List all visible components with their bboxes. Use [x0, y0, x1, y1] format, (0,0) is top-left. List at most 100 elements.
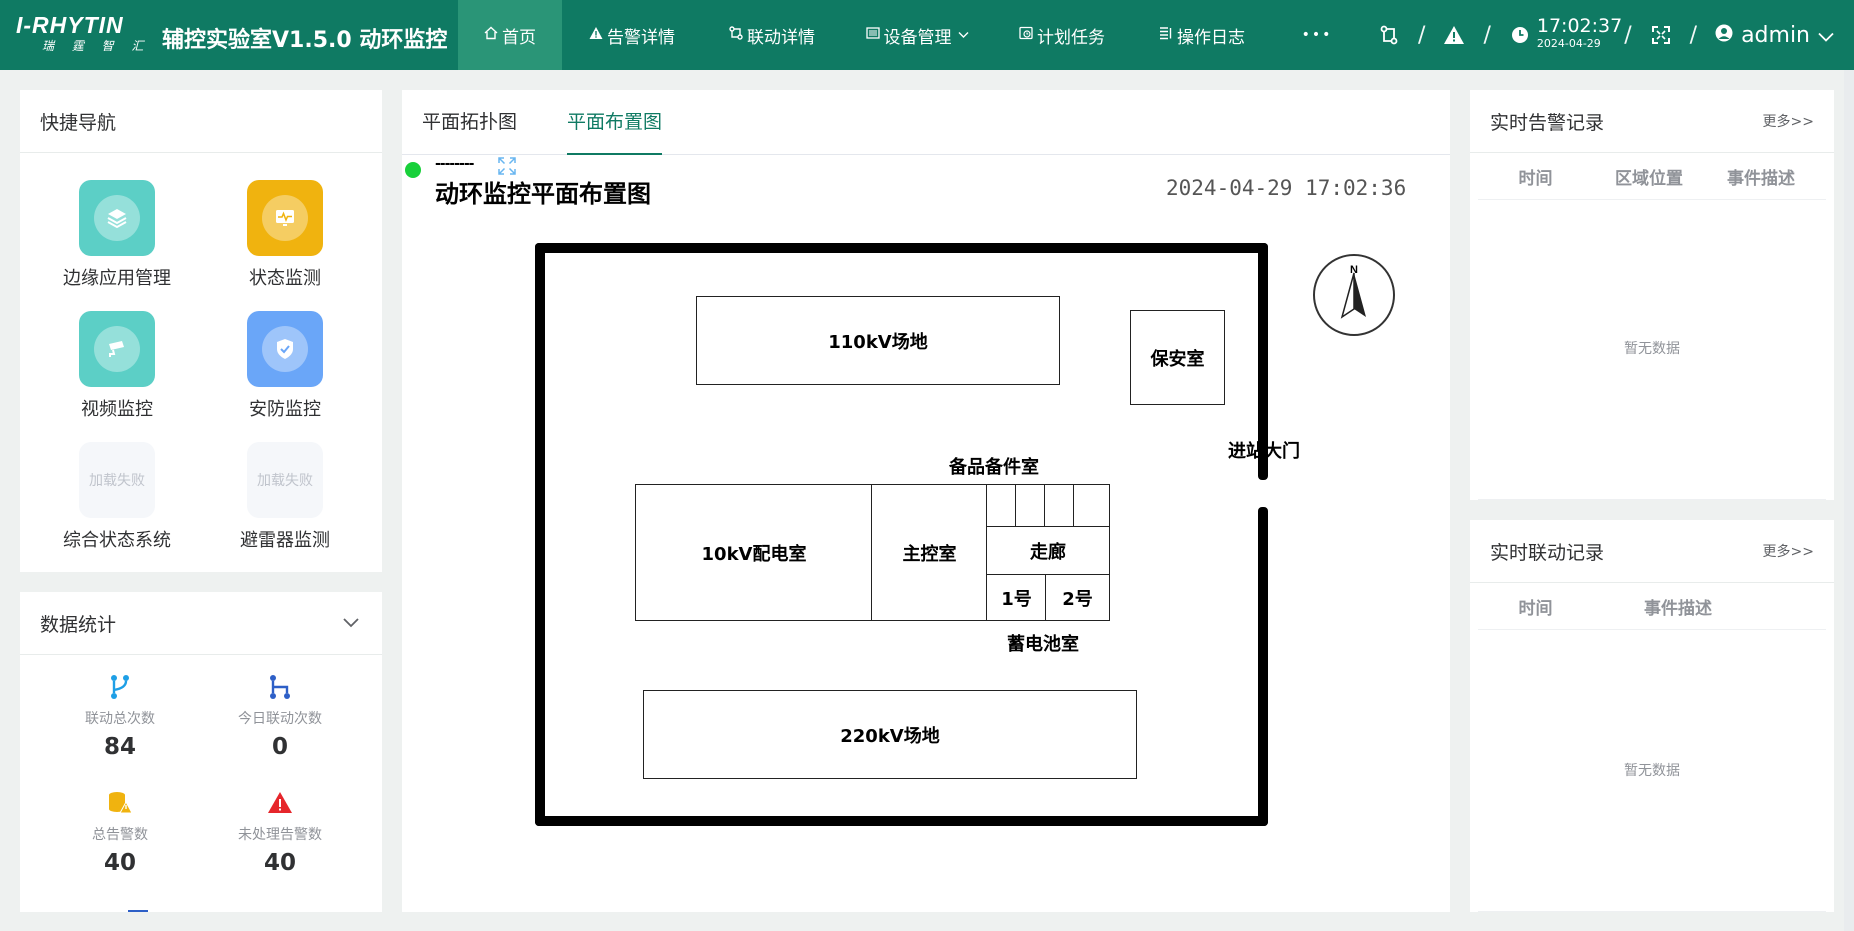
- room-guard[interactable]: 保安室: [1130, 310, 1225, 405]
- label-spare-parts-room: 备品备件室: [949, 457, 1039, 478]
- monitor-icon: [247, 180, 323, 256]
- room-220kv-yard[interactable]: 220kV场地: [643, 690, 1137, 779]
- nav-home[interactable]: 首页: [458, 0, 562, 70]
- room-main-control[interactable]: 主控室: [871, 484, 988, 621]
- link-icon: [729, 26, 743, 44]
- plan-title: 动环监控平面布置图: [435, 180, 651, 208]
- room-battery-2[interactable]: 2号: [1045, 574, 1110, 621]
- quick-nav-edge-app[interactable]: 边缘应用管理: [32, 180, 202, 290]
- user-menu[interactable]: admin: [1715, 23, 1834, 48]
- header-clock: 17:02:37 2024-04-29: [1537, 17, 1622, 53]
- spare-cell[interactable]: [1044, 484, 1075, 528]
- stat-label: 总告警数: [92, 827, 148, 843]
- logo: I-RHYTIN 瑞 霆 智 汇: [16, 12, 156, 58]
- spare-cell[interactable]: [986, 484, 1017, 528]
- tab-layout[interactable]: 平面布置图: [567, 90, 663, 155]
- stat-value: 84: [103, 734, 136, 760]
- linkage-empty-text: 暂无数据: [1624, 763, 1680, 779]
- nav-scheduled-tasks[interactable]: 计划任务: [992, 0, 1132, 70]
- alarm-notice-icon[interactable]: [1443, 24, 1465, 46]
- nav-linkage-detail[interactable]: 联动详情: [702, 0, 842, 70]
- column-description[interactable]: 事件描述: [1593, 594, 1763, 619]
- nav-device-label: 设备管理: [883, 27, 952, 48]
- quick-nav-panel: 快捷导航 边缘应用管理 状态监测 视频监控 安防监控 加载失败 综合状态系统 加…: [20, 90, 382, 572]
- quick-nav-integrated-status[interactable]: 加载失败 综合状态系统: [32, 442, 202, 552]
- tab-topology[interactable]: 平面拓扑图: [422, 90, 517, 154]
- room-corridor[interactable]: 走廊: [986, 526, 1110, 576]
- linkage-more-link[interactable]: 更多>>: [1763, 541, 1814, 561]
- user-name: admin: [1741, 22, 1810, 48]
- linkage-records-panel: 实时联动记录 更多>> 时间 事件描述 暂无数据: [1470, 520, 1834, 912]
- quick-nav-arrester-monitor[interactable]: 加载失败 避雷器监测: [200, 442, 370, 552]
- spare-cell[interactable]: [1073, 484, 1110, 528]
- clock-date: 2024-04-29: [1536, 37, 1601, 50]
- column-time[interactable]: 时间: [1478, 164, 1593, 189]
- stat-linkage-today: 今日联动次数 0: [200, 674, 360, 760]
- column-description[interactable]: 事件描述: [1705, 164, 1817, 189]
- clock-time: 17:02:37: [1536, 15, 1623, 37]
- stat-value: 40: [263, 850, 296, 876]
- compass-north: N: [1350, 264, 1358, 276]
- alarm-table-header: 时间 区域位置 事件描述: [1478, 153, 1826, 200]
- status-indicator: [405, 162, 421, 178]
- stat-value: 40: [103, 850, 136, 876]
- linkage-records-title: 实时联动记录 更多>>: [1470, 520, 1834, 583]
- alarm-more-link[interactable]: 更多>>: [1763, 111, 1814, 131]
- stat-label: 联动总次数: [85, 711, 155, 727]
- stat-linkage-total: 联动总次数 84: [40, 674, 200, 760]
- alarm-records-title: 实时告警记录 更多>>: [1470, 90, 1834, 153]
- merge-icon: [268, 675, 292, 704]
- room-battery-1[interactable]: 1号: [986, 574, 1047, 621]
- stat-alarm-total: 总告警数 40: [40, 790, 200, 876]
- nav-linkage-label: 联动详情: [747, 27, 815, 48]
- quick-nav-security[interactable]: 安防监控: [200, 311, 370, 421]
- plan-subtitle: --------: [435, 156, 474, 172]
- device-icon: [865, 26, 880, 44]
- nav-tasks-label: 计划任务: [1037, 27, 1105, 48]
- quick-nav-label: 边缘应用管理: [63, 268, 171, 289]
- column-time[interactable]: 时间: [1478, 594, 1593, 619]
- quick-nav-title: 快捷导航: [20, 90, 382, 153]
- quick-nav-status-monitor[interactable]: 状态监测: [200, 180, 370, 290]
- layers-icon: [79, 180, 155, 256]
- wall-left: [535, 243, 545, 826]
- window-scrollbar[interactable]: [1844, 70, 1854, 931]
- nav-operation-log[interactable]: 操作日志: [1132, 0, 1272, 70]
- quick-nav-label: 安防监控: [249, 399, 321, 420]
- nav-log-label: 操作日志: [1177, 27, 1245, 48]
- data-stats-title: 数据统计: [20, 592, 382, 655]
- stat-alarm-unhandled: 未处理告警数 40: [200, 790, 360, 876]
- nav-device-management[interactable]: 设备管理: [842, 0, 992, 70]
- logo-text: I-RHYTIN: [16, 12, 124, 38]
- nav-alarm-detail[interactable]: 告警详情: [562, 0, 702, 70]
- broken-image-placeholder: 加载失败: [247, 442, 323, 518]
- camera-icon: [79, 311, 155, 387]
- fullscreen-icon[interactable]: [1650, 24, 1672, 46]
- alert-triangle-icon: [267, 792, 293, 820]
- center-panel: 平面拓扑图 平面布置图 -------- 动环监控平面布置图 2024-04-2…: [402, 90, 1450, 912]
- compass-icon: N: [1312, 253, 1396, 341]
- linkage-records-heading: 实时联动记录: [1490, 541, 1605, 564]
- label-battery-room: 蓄电池室: [1007, 634, 1079, 655]
- logo-subtext: 瑞 霆 智 汇: [42, 39, 151, 53]
- room-110kv-yard[interactable]: 110kV场地: [696, 296, 1060, 385]
- linkage-notice-icon[interactable]: [1378, 24, 1400, 46]
- column-area[interactable]: 区域位置: [1593, 164, 1705, 189]
- stat-label: 未处理告警数: [238, 827, 322, 843]
- plan-timestamp: 2024-04-29 17:02:36: [1166, 176, 1407, 200]
- more-icon[interactable]: •••: [1272, 0, 1362, 70]
- spare-cell[interactable]: [1015, 484, 1046, 528]
- view-tabs: 平面拓扑图 平面布置图: [402, 90, 1450, 155]
- separator: /: [1483, 22, 1491, 48]
- database-warning-icon: [107, 792, 133, 820]
- room-10kv-distribution[interactable]: 10kV配电室: [635, 484, 873, 621]
- stat-label: 今日联动次数: [238, 711, 322, 727]
- nav-home-label: 首页: [502, 27, 536, 48]
- quick-nav-video[interactable]: 视频监控: [32, 311, 202, 421]
- quick-nav-label: 视频监控: [81, 399, 153, 420]
- alarm-records-panel: 实时告警记录 更多>> 时间 区域位置 事件描述 暂无数据: [1470, 90, 1834, 500]
- chevron-down-icon[interactable]: [342, 614, 360, 633]
- separator: /: [1418, 22, 1426, 48]
- wall-top: [535, 243, 1268, 253]
- user-avatar-icon: [1715, 23, 1733, 48]
